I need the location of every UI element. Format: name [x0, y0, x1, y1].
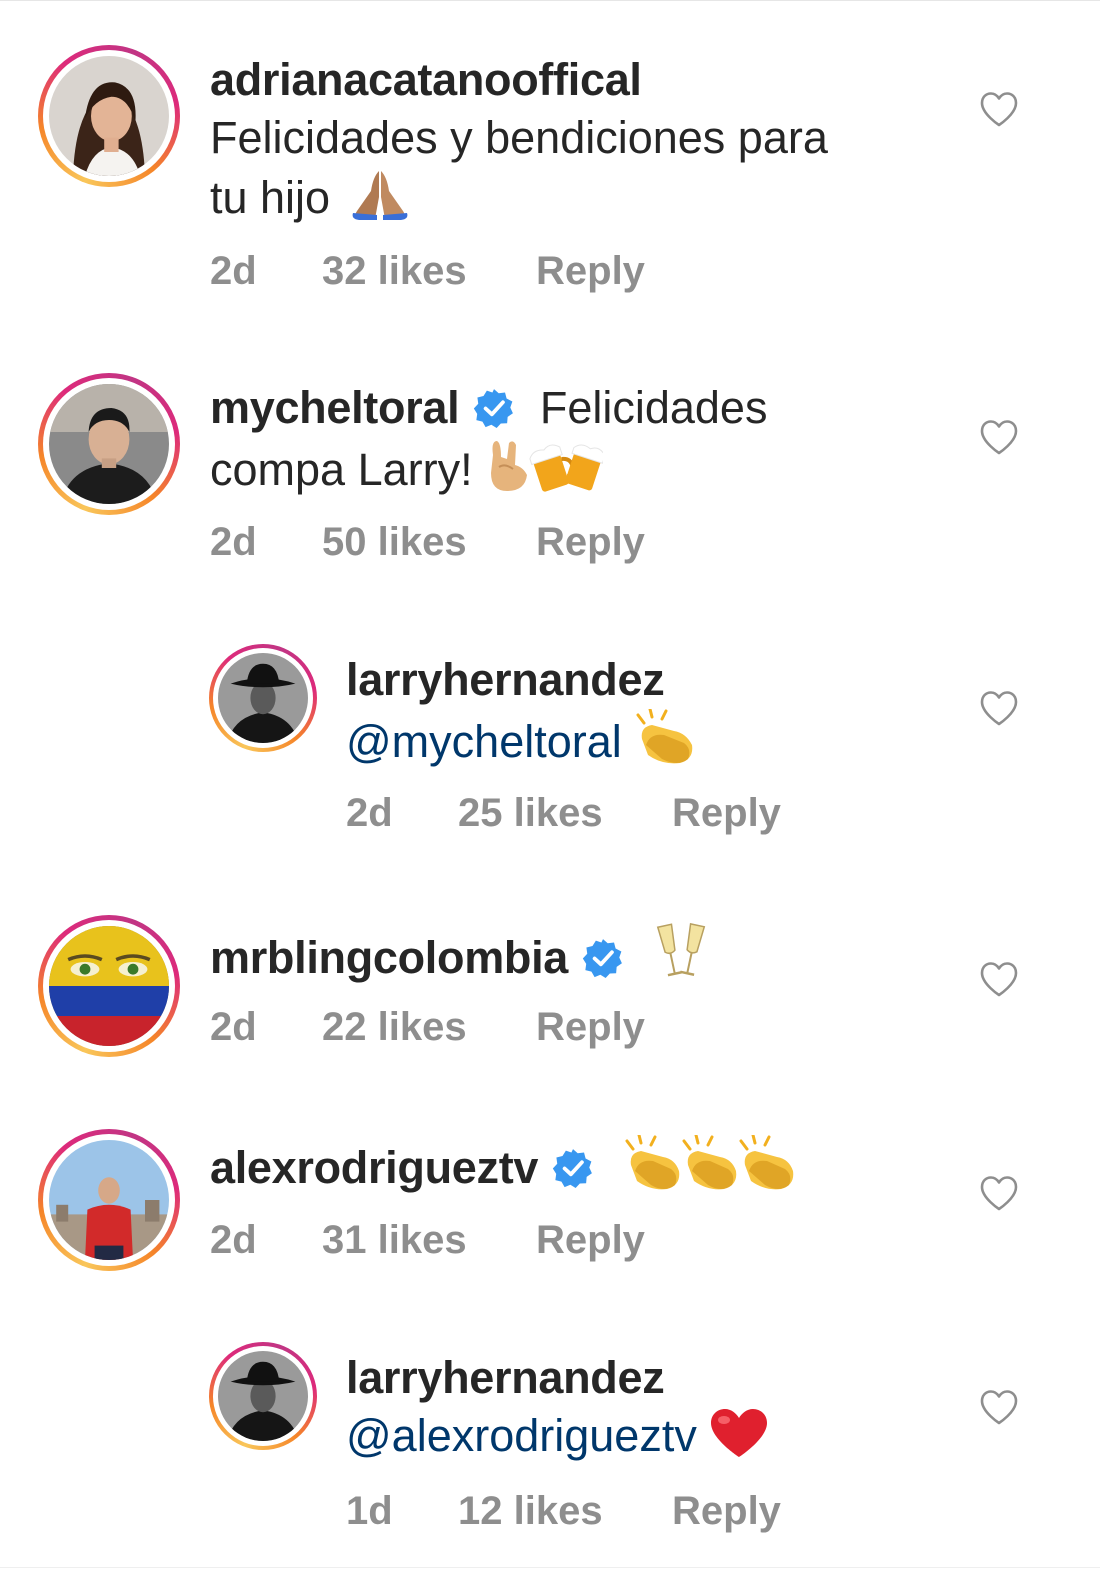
- comment-time: 2d: [210, 1005, 257, 1049]
- reply-button[interactable]: Reply: [672, 1489, 781, 1534]
- comment-text: compa Larry!: [210, 444, 473, 495]
- avatar[interactable]: [49, 384, 169, 504]
- comment-time: 2d: [210, 249, 257, 293]
- story-ring[interactable]: [38, 915, 180, 1057]
- avatar-photo-cowboy: [218, 653, 308, 743]
- avatar-photo-cowboy: [218, 1351, 308, 1441]
- avatar-photo-man-city: [49, 1140, 169, 1260]
- comments-list: adrianacatanooffical Felicidades y bendi…: [0, 0, 1100, 1586]
- comment-username[interactable]: mrblingcolombia: [210, 932, 568, 983]
- comment-text: Felicidades: [539, 382, 768, 433]
- comment-time: 2d: [346, 791, 393, 835]
- reply-button[interactable]: Reply: [536, 520, 645, 565]
- comment-time: 2d: [210, 520, 257, 564]
- mention-link[interactable]: @mycheltoral: [346, 716, 622, 767]
- comment-text: tu hijo: [210, 172, 331, 223]
- reply-button[interactable]: Reply: [536, 1005, 645, 1050]
- comment-meta: 2d 31 likes Reply: [210, 1218, 645, 1263]
- comment-username[interactable]: mycheltoral: [210, 382, 460, 433]
- comment-time: 2d: [210, 1218, 257, 1262]
- story-ring[interactable]: [209, 1342, 317, 1450]
- heart-outline-icon[interactable]: [979, 961, 1019, 997]
- comment-username[interactable]: larryhernandez: [346, 1352, 665, 1403]
- heart-outline-icon[interactable]: [979, 1175, 1019, 1211]
- comment-text: Felicidades y bendiciones para: [210, 112, 828, 163]
- story-ring[interactable]: [209, 644, 317, 752]
- heart-outline-icon[interactable]: [979, 91, 1019, 127]
- story-ring[interactable]: [38, 45, 180, 187]
- comment-username[interactable]: larryhernandez: [346, 654, 665, 705]
- reply-button[interactable]: Reply: [672, 791, 781, 836]
- avatar[interactable]: [218, 653, 308, 743]
- comment-likes[interactable]: 32 likes: [322, 249, 536, 294]
- comment-username[interactable]: adrianacatanooffical: [210, 54, 642, 105]
- avatar-photo-woman: [49, 56, 169, 176]
- reply-button[interactable]: Reply: [536, 249, 645, 294]
- champagne-glasses-emoji: [655, 921, 709, 981]
- comment-time: 1d: [346, 1489, 393, 1533]
- verified-badge-icon: [552, 1147, 594, 1189]
- story-ring[interactable]: [38, 373, 180, 515]
- comment-likes[interactable]: 31 likes: [322, 1218, 536, 1263]
- reply-button[interactable]: Reply: [536, 1218, 645, 1263]
- comment-likes[interactable]: 12 likes: [458, 1489, 672, 1534]
- comment-meta: 2d 22 likes Reply: [210, 1005, 645, 1050]
- comment-meta: 2d 32 likes Reply: [210, 249, 645, 294]
- verified-badge-icon: [582, 937, 624, 979]
- avatar[interactable]: [49, 926, 169, 1046]
- rock-hand-beer-mugs-emoji: [485, 437, 604, 493]
- three-clapping-hands-emoji: [623, 1135, 795, 1191]
- story-ring[interactable]: [38, 1129, 180, 1271]
- praying-hands-emoji: [343, 167, 417, 221]
- comment-meta: 2d 25 likes Reply: [346, 791, 781, 836]
- avatar[interactable]: [49, 1140, 169, 1260]
- verified-badge-icon: [473, 387, 515, 429]
- red-heart-emoji: [709, 1407, 769, 1459]
- heart-outline-icon[interactable]: [979, 1389, 1019, 1425]
- avatar-photo-colombia-flag-face: [49, 926, 169, 1046]
- comment-meta: 2d 50 likes Reply: [210, 520, 645, 565]
- avatar[interactable]: [49, 56, 169, 176]
- avatar[interactable]: [218, 1351, 308, 1441]
- comment-meta: 1d 12 likes Reply: [346, 1489, 781, 1534]
- heart-outline-icon[interactable]: [979, 690, 1019, 726]
- mention-link[interactable]: @alexrodrigueztv: [346, 1410, 697, 1461]
- divider: [0, 1567, 1100, 1568]
- comment-likes[interactable]: 22 likes: [322, 1005, 536, 1050]
- comment-username[interactable]: alexrodrigueztv: [210, 1142, 538, 1193]
- heart-outline-icon[interactable]: [979, 419, 1019, 455]
- comment-likes[interactable]: 25 likes: [458, 791, 672, 836]
- clapping-hands-emoji: [634, 709, 700, 765]
- comment-likes[interactable]: 50 likes: [322, 520, 536, 565]
- avatar-photo-man: [49, 384, 169, 504]
